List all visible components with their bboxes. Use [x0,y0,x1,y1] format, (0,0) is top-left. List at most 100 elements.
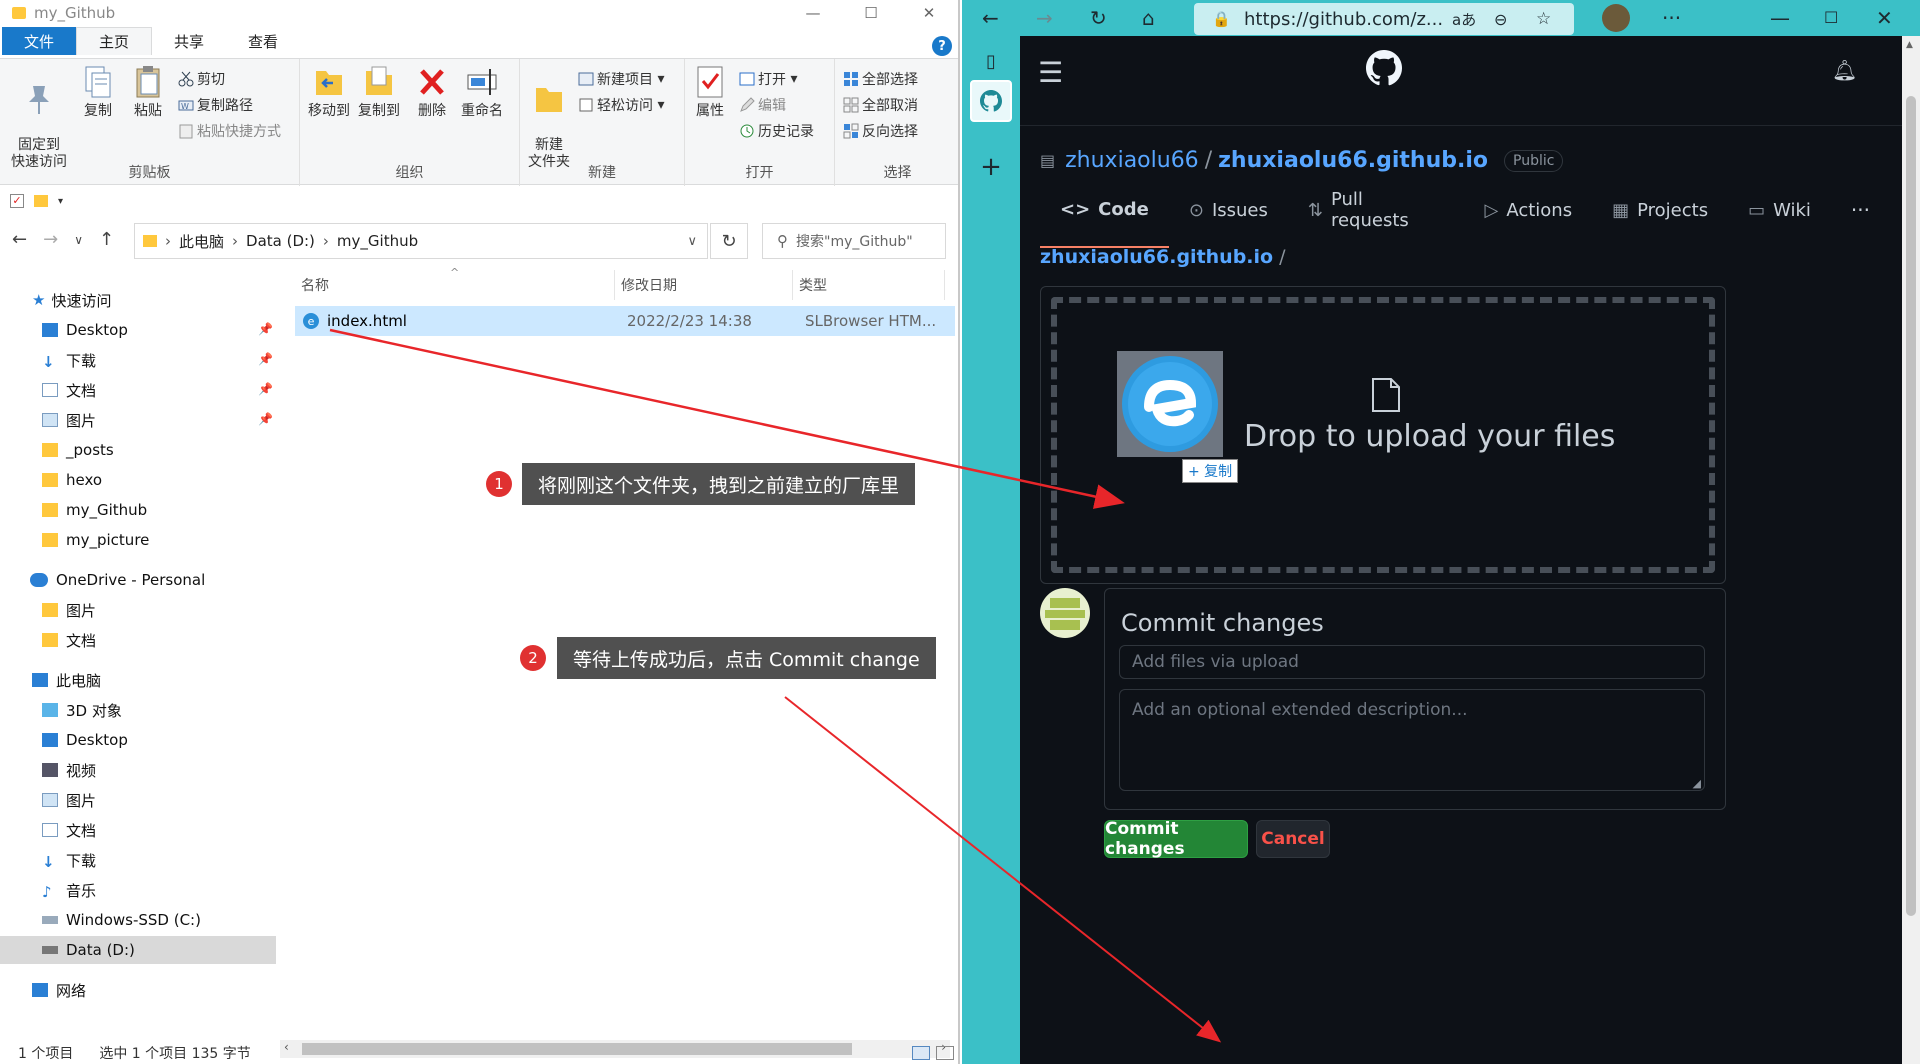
page-scrollbar[interactable]: ▲ [1902,36,1920,1064]
tab-actions-icon[interactable]: ▯ [970,40,1012,82]
repo-owner-link[interactable]: zhuxiaolu66 [1065,148,1199,173]
nav-item-pc-desktop[interactable]: Desktop [42,726,128,754]
recent-dropdown-icon[interactable]: ∨ [74,233,83,250]
window-close-icon[interactable]: ✕ [1876,6,1893,30]
search-input[interactable]: ⚲ 搜索"my_Github" [762,223,946,259]
scroll-thumb[interactable] [1906,96,1916,916]
close-button[interactable]: ✕ [900,0,958,25]
tab-actions[interactable]: ▷ Actions [1464,172,1592,248]
nav-item-hexo[interactable]: hexo [42,466,102,494]
nav-item-music[interactable]: ♪ 音乐 [42,876,96,904]
cut-button[interactable]: 剪切 [178,69,225,89]
tab-code[interactable]: <> Code [1040,172,1169,248]
address-bar[interactable]: › 此电脑 › Data (D:) › my_Github ∨ [134,223,708,259]
nav-item-my-picture[interactable]: my_picture [42,526,149,554]
nav-item-posts[interactable]: _posts [42,436,114,464]
history-button[interactable]: 历史记录 [739,121,814,141]
rename-button[interactable]: 重命名 [456,65,508,120]
table-row[interactable]: e index.html 2022/2/23 14:38 SLBrowser H… [295,306,955,336]
repo-name-link[interactable]: zhuxiaolu66.github.io [1218,148,1488,173]
edit-button[interactable]: 编辑 [739,95,786,115]
bell-icon[interactable]: 🔔︎ [1832,58,1857,82]
home-icon[interactable]: ⌂ [1142,6,1155,30]
github-logo-icon[interactable] [1366,50,1403,90]
tab-projects[interactable]: ▦ Projects [1592,172,1728,248]
properties-button[interactable]: 属性 [689,65,731,120]
refresh-icon[interactable]: ↻ [1090,6,1107,30]
refresh-button[interactable]: ↻ [710,223,748,259]
url-bar[interactable]: 🔒 https://github.com/z... aあ ⊖ ☆ [1194,3,1574,35]
nav-onedrive[interactable]: OneDrive - Personal [30,566,205,594]
help-icon[interactable]: ? [932,36,952,56]
pin-icon[interactable]: 📌 [258,382,273,396]
tab-file[interactable]: 文件 [2,27,77,55]
select-all-button[interactable]: 全部选择 [843,69,918,89]
move-to-button[interactable]: 移动到 [306,65,352,120]
pin-icon[interactable]: 📌 [258,352,273,366]
easy-access-button[interactable]: 轻松访问 ▾ [578,95,664,115]
new-item-button[interactable]: 新建项目 ▾ [578,69,664,89]
nav-quick-access[interactable]: ★ 快速访问 [32,286,111,314]
commit-summary-input[interactable]: Add files via upload [1119,645,1705,679]
breadcrumb-repo-link[interactable]: zhuxiaolu66.github.io [1040,246,1273,268]
back-arrow-icon[interactable]: ← [12,229,27,250]
window-minimize-icon[interactable]: — [1770,6,1790,30]
back-icon[interactable]: ← [982,6,999,30]
tab-pull-requests[interactable]: ⇅ Pull requests [1288,172,1465,248]
pin-quick-access-button[interactable]: 固定到 快速访问 [6,65,72,171]
copy-button[interactable]: 复制 [76,65,120,120]
tab-home[interactable]: 主页 [76,27,153,55]
commit-description-textarea[interactable]: Add an optional extended description... … [1119,689,1705,791]
favorites-icon[interactable]: ☆ [1536,9,1551,29]
nav-item-3d-objects[interactable]: 3D 对象 [42,696,122,724]
column-type[interactable]: 类型 [793,270,945,300]
address-dropdown-icon[interactable]: ∨ [687,234,697,249]
scroll-up-icon[interactable]: ▲ [1906,40,1913,50]
folder-icon[interactable] [34,195,48,207]
column-modified[interactable]: 修改日期 [615,270,793,300]
breadcrumb-my-github[interactable]: my_Github [337,232,418,250]
nav-item-videos[interactable]: 视频 [42,756,96,784]
new-folder-button[interactable]: 新建 文件夹 [524,65,574,171]
nav-this-pc[interactable]: 此电脑 [32,666,101,694]
invert-selection-button[interactable]: 反向选择 [843,121,918,141]
large-icons-view-icon[interactable] [936,1046,954,1060]
read-aloud-icon[interactable]: aあ [1452,9,1476,30]
minimize-button[interactable]: — [784,0,842,25]
window-maximize-icon[interactable]: ☐ [1824,8,1838,27]
tab-share[interactable]: 共享 [152,27,226,55]
github-tab-icon[interactable] [970,80,1012,122]
nav-item-drive-d[interactable]: Data (D:) [42,936,135,964]
breadcrumb-this-pc[interactable]: 此电脑 [179,231,224,252]
forward-icon[interactable]: → [1036,6,1053,30]
nav-item-pc-documents[interactable]: 文档 [42,816,96,844]
more-menu-icon[interactable]: ··· [1662,6,1681,30]
checkbox-icon[interactable]: ✓ [10,194,24,208]
tab-wiki[interactable]: ▭ Wiki [1728,172,1831,248]
forward-arrow-icon[interactable]: → [43,229,58,250]
select-none-button[interactable]: 全部取消 [843,95,918,115]
up-arrow-icon[interactable]: ↑ [99,229,114,250]
nav-network[interactable]: 网络 [32,976,86,1004]
hamburger-menu-icon[interactable]: ☰ [1038,56,1063,89]
upload-drop-zone[interactable]: + 复制 Drop to upload your files [1040,286,1726,584]
delete-button[interactable]: 删除 [412,65,452,120]
commit-changes-button[interactable]: Commit changes [1104,819,1248,859]
nav-item-desktop[interactable]: Desktop [42,316,128,344]
resize-handle-icon[interactable]: ◢ [1693,777,1701,790]
qat-dropdown-icon[interactable]: ▾ [58,196,63,207]
paste-button[interactable]: 粘贴 [126,65,170,120]
paste-shortcut-button[interactable]: 粘贴快捷方式 [178,121,281,141]
maximize-button[interactable]: ☐ [842,0,900,25]
nav-item-onedrive-pictures[interactable]: 图片 [42,596,96,624]
nav-item-downloads[interactable]: ↓ 下载 [42,346,96,374]
pin-icon[interactable]: 📌 [258,322,273,336]
nav-item-my-github[interactable]: my_Github [42,496,147,524]
nav-item-pictures[interactable]: 图片 [42,406,96,434]
new-tab-icon[interactable]: + [970,146,1012,188]
avatar[interactable] [1040,588,1090,638]
nav-item-pc-pictures[interactable]: 图片 [42,786,96,814]
tab-issues[interactable]: ⊙ Issues [1169,172,1288,248]
nav-item-pc-downloads[interactable]: ↓ 下载 [42,846,96,874]
more-tabs-button[interactable]: ··· [1831,172,1890,248]
